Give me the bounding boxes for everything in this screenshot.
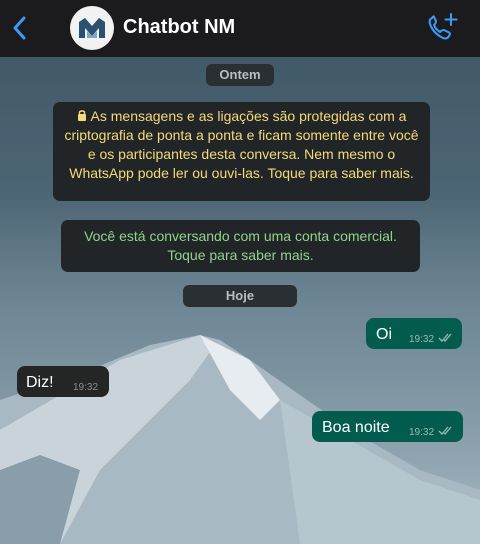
back-button[interactable] <box>8 12 34 44</box>
message-time: 19:32 <box>409 334 435 345</box>
nm-logo <box>79 18 105 38</box>
encryption-notice[interactable]: As mensagens e as ligações são protegida… <box>53 102 430 201</box>
message-incoming[interactable]: Diz! 19:32 <box>17 366 109 397</box>
message-text: Oi <box>376 326 392 343</box>
business-account-notice[interactable]: Você está conversando com uma conta come… <box>61 220 420 272</box>
message-outgoing[interactable]: Boa noite 19:32 <box>312 411 463 442</box>
message-outgoing[interactable]: Oi 19:32 <box>366 318 462 349</box>
message-text: Diz! <box>26 374 54 391</box>
date-separator-today: Hoje <box>183 285 297 307</box>
chat-header: Chatbot NM <box>0 0 480 57</box>
phone-plus-icon <box>428 13 458 40</box>
read-receipt-icon <box>438 333 452 342</box>
encryption-notice-text: As mensagens e as ligações são protegida… <box>64 108 419 181</box>
message-time: 19:32 <box>409 427 435 438</box>
read-receipt-icon <box>438 426 452 435</box>
avatar[interactable] <box>70 6 114 50</box>
date-separator-yesterday: Ontem <box>206 64 274 86</box>
chat-title[interactable]: Chatbot NM <box>123 16 235 39</box>
call-button[interactable] <box>424 11 460 45</box>
message-time: 19:32 <box>73 382 99 393</box>
message-text: Boa noite <box>322 419 390 436</box>
business-notice-text: Você está conversando com uma conta come… <box>84 228 397 263</box>
chevron-left-icon <box>13 16 26 40</box>
lock-icon <box>77 107 87 126</box>
